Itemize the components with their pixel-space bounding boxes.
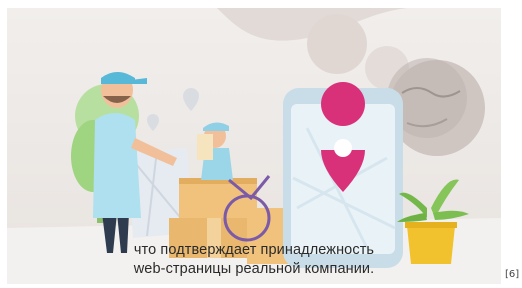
subtitle-line-1: что подтверждает принадлежность — [133, 242, 375, 258]
map-pin-icon — [147, 88, 199, 131]
reference-label: [6] — [505, 269, 520, 280]
subtitle-line-2: web-страницы реальной компании. — [133, 261, 375, 277]
background-blob — [307, 14, 367, 74]
video-frame[interactable]: что подтверждает принадлежность web-стра… — [7, 8, 501, 284]
